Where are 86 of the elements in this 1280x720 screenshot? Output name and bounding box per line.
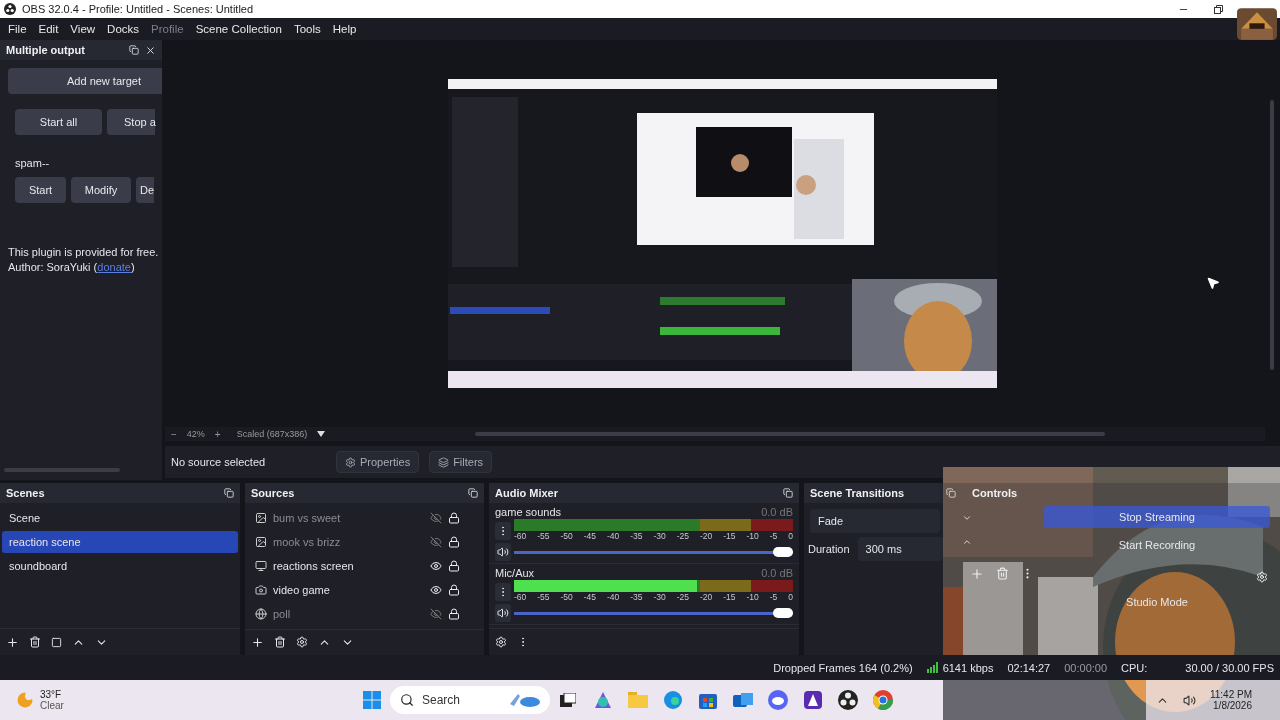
studio-mode-button[interactable]: Studio Mode <box>1044 591 1270 613</box>
clock-time: 11:42 PM <box>1209 689 1252 700</box>
scale-label: -35 <box>630 592 643 603</box>
source-item[interactable]: poll <box>273 607 424 620</box>
menu-item[interactable]: Edit <box>32 18 65 40</box>
scale-label: -30 <box>653 531 666 542</box>
weather-text: Clear <box>40 700 65 711</box>
plugin-notice: This plugin is provided for free. <box>8 245 160 260</box>
target-button[interactable]: Modify <box>71 177 131 203</box>
scale-label: -50 <box>560 531 573 542</box>
window-title: OBS 32.0.4 - Profile: Untitled - Scenes: Untitled <box>22 3 255 15</box>
zoom-level: 42% <box>186 429 205 439</box>
channel-reading: 0.0 dB <box>761 506 793 518</box>
dock-title: Scene Transitions <box>810 487 906 499</box>
scale-label: -25 <box>676 531 690 542</box>
scale-label: -20 <box>700 531 713 542</box>
filters-button[interactable]: Filters <box>429 451 493 473</box>
dock-title: Sources <box>251 486 296 499</box>
scale-label: -30 <box>653 592 666 603</box>
record-time: 00:00:00 <box>1064 661 1108 674</box>
cpu-usage: CPU: <box>1121 661 1148 674</box>
menu-item[interactable]: File <box>2 18 33 40</box>
author-text: Author: SoraYuki (donate) <box>8 260 136 275</box>
clock-date: 1/8/2026 <box>1213 700 1252 711</box>
search-field[interactable]: Search <box>390 686 550 714</box>
scale-label: -40 <box>607 531 620 542</box>
source-item[interactable]: video game <box>273 583 424 596</box>
source-status: No source selected <box>171 456 267 468</box>
channel-reading: 0.0 dB <box>761 567 793 579</box>
scale-label: -45 <box>583 592 597 603</box>
channel-name: game sounds <box>495 506 562 518</box>
scale-label: -55 <box>537 592 550 603</box>
scale-label: -45 <box>583 531 597 542</box>
scale-label: -5 <box>769 531 778 542</box>
duration-label: Duration <box>808 543 850 555</box>
zoom-out-button[interactable]: − <box>171 428 177 440</box>
temperature: 33°F <box>40 689 63 700</box>
fps: 30.00 / 30.00 FPS <box>1185 661 1274 674</box>
source-item[interactable]: bum vs sweet <box>273 511 424 524</box>
stop-streaming-button[interactable]: Stop Streaming <box>1044 506 1270 528</box>
dock-title: Scenes <box>6 487 46 499</box>
properties-button[interactable]: Properties <box>336 451 420 473</box>
scale-label: -55 <box>537 531 550 542</box>
scale-label: -10 <box>746 592 759 603</box>
menu-item[interactable]: Docks <box>101 18 146 40</box>
scale-label: 0 <box>788 592 793 603</box>
scale-label: -50 <box>560 592 573 603</box>
scene-item[interactable]: soundboard <box>2 555 238 577</box>
target-button[interactable]: De <box>136 177 154 203</box>
transition-select[interactable]: Fade <box>810 509 940 533</box>
scale-mode: Scaled (687x386) <box>236 429 308 439</box>
scale-label: -20 <box>700 592 713 603</box>
duration-field[interactable]: 300 ms <box>857 537 944 561</box>
scale-label: -25 <box>676 592 690 603</box>
menu-item[interactable]: Help <box>326 18 363 40</box>
dock-title: Controls <box>972 487 1019 499</box>
dropped-frames: Dropped Frames 164 (0.2%) <box>773 661 913 674</box>
stop-all-button[interactable]: Stop a <box>107 109 155 135</box>
scene-item[interactable]: reaction scene <box>2 531 238 553</box>
menu-item[interactable]: Scene Collection <box>189 18 288 40</box>
donate-link[interactable]: donate <box>97 261 131 273</box>
stream-time: 02:14:27 <box>1007 661 1051 674</box>
start-all-button[interactable]: Start all <box>15 109 102 135</box>
scene-item[interactable]: Scene <box>2 507 238 529</box>
menu-item[interactable]: View <box>64 18 102 40</box>
scale-label: -15 <box>723 531 736 542</box>
source-item[interactable]: reactions screen <box>273 559 424 572</box>
target-name: spam-- <box>15 157 50 169</box>
scale-label: -60 <box>514 531 527 542</box>
target-button[interactable]: Start <box>15 177 66 203</box>
dock-title: Audio Mixer <box>495 487 559 499</box>
scale-label: -10 <box>746 531 759 542</box>
zoom-in-button[interactable]: + <box>214 428 221 440</box>
scale-label: 0 <box>788 531 793 542</box>
start-recording-button[interactable]: Start Recording <box>1044 534 1270 556</box>
dock-title: Multiple output <box>6 44 86 56</box>
scale-label: -5 <box>769 592 778 603</box>
scale-label: -40 <box>607 592 620 603</box>
bitrate: 6141 kbps <box>942 661 994 674</box>
scale-label: -60 <box>514 592 527 603</box>
scale-label: -35 <box>630 531 643 542</box>
add-target-button[interactable]: Add new target <box>8 68 162 94</box>
scale-label: -15 <box>723 592 736 603</box>
source-item[interactable]: mook vs brizz <box>273 535 424 548</box>
menu-item[interactable]: Tools <box>287 18 327 40</box>
channel-name: Mic/Aux <box>495 567 535 579</box>
